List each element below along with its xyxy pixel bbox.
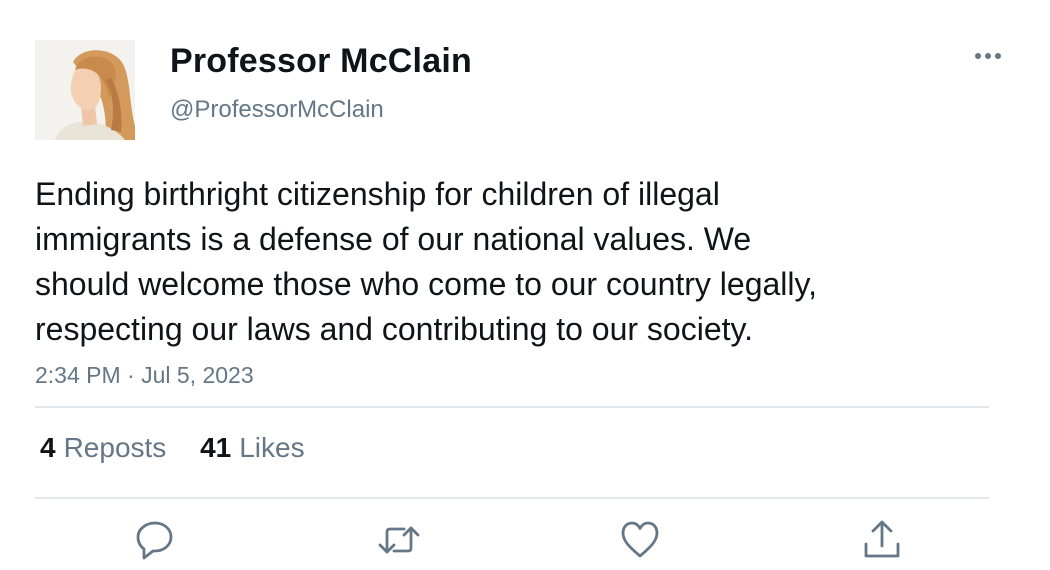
like-button[interactable]: [618, 518, 662, 562]
repost-button[interactable]: [377, 518, 421, 562]
reposts-stat[interactable]: 4 Reposts: [40, 432, 166, 464]
tweet-text: Ending birthright citizenship for childr…: [35, 176, 818, 347]
tweet-card: Professor McClain @ProfessorMcClain Endi…: [0, 0, 1050, 570]
share-icon: [864, 520, 900, 558]
likes-label: Likes: [239, 432, 305, 463]
more-icon: [975, 53, 1001, 59]
share-button[interactable]: [860, 518, 904, 562]
tweet-timestamp[interactable]: 2:34 PM · Jul 5, 2023: [35, 362, 254, 389]
divider: [35, 497, 989, 499]
likes-count: 41: [200, 432, 232, 463]
engagement-stats: 4 Reposts 41 Likes: [40, 432, 331, 464]
repost-icon: [378, 526, 420, 554]
divider: [35, 406, 989, 408]
like-icon: [621, 521, 659, 558]
author-display-name[interactable]: Professor McClain: [170, 42, 472, 81]
reply-icon: [136, 521, 173, 560]
avatar[interactable]: [35, 40, 135, 140]
reposts-label: Reposts: [63, 432, 167, 463]
more-options-button[interactable]: [970, 44, 1006, 68]
author-handle[interactable]: @ProfessorMcClain: [170, 96, 384, 124]
likes-stat[interactable]: 41 Likes: [200, 432, 305, 464]
reply-button[interactable]: [133, 518, 177, 562]
reposts-count: 4: [40, 432, 56, 463]
avatar-photo: [35, 40, 135, 140]
